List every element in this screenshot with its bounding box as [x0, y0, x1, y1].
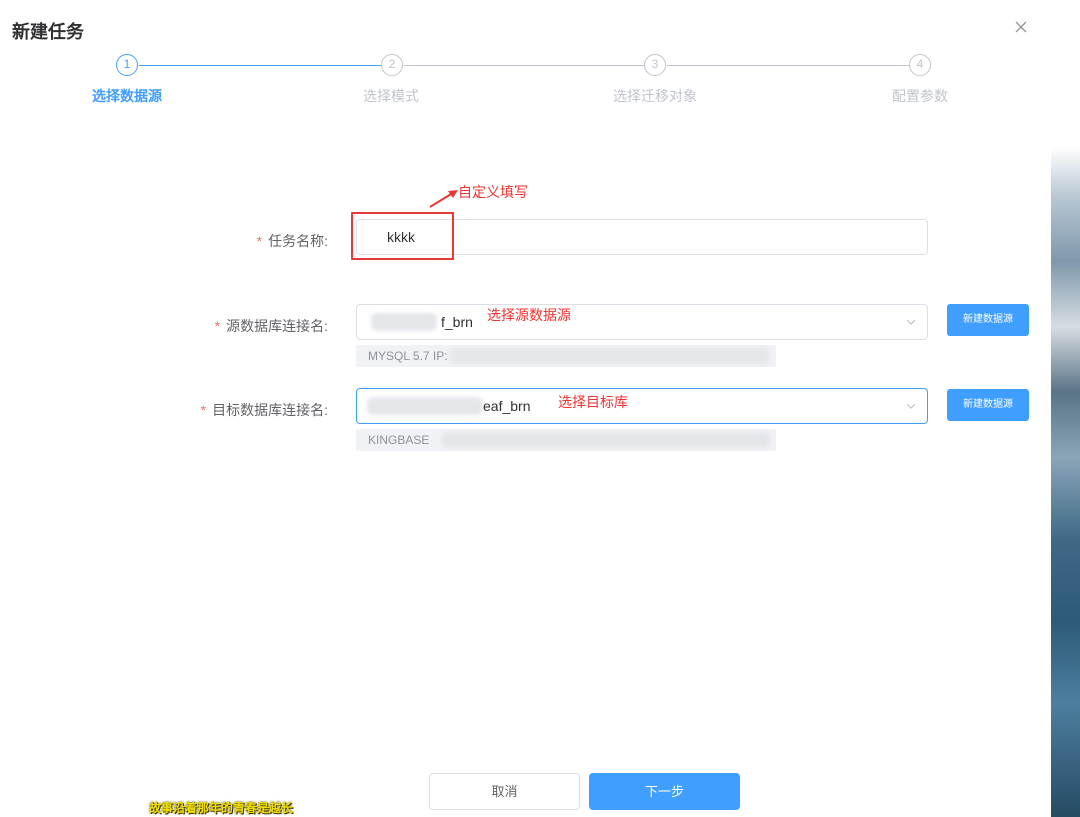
- required-mark: *: [214, 318, 221, 334]
- annotation-custom-fill: 自定义填写: [458, 184, 528, 200]
- target-conn-select[interactable]: eaf_brn: [356, 388, 928, 424]
- new-datasource-button-target[interactable]: 新建数据源: [947, 389, 1029, 421]
- redacted-blur: [367, 397, 483, 415]
- redacted-blur: [371, 313, 437, 331]
- cancel-button[interactable]: 取消: [429, 773, 580, 810]
- source-conn-info: MYSQL 5.7 IP:: [356, 345, 776, 367]
- close-icon[interactable]: [1012, 18, 1030, 36]
- redacted-blur: [442, 432, 770, 448]
- watermark-text: 故事沿着那年的青春是越长: [149, 801, 294, 815]
- source-conn-select[interactable]: f_brn: [356, 304, 928, 340]
- annotation-select-source: 选择源数据源: [487, 307, 571, 323]
- redacted-blur: [450, 348, 770, 364]
- required-mark: *: [256, 233, 263, 249]
- chevron-down-icon: [905, 316, 917, 328]
- step-2-label: 选择模式: [363, 88, 419, 104]
- step-line-2: [404, 65, 644, 66]
- step-1-icon: 1: [116, 54, 138, 76]
- dialog-title: 新建任务: [12, 22, 84, 42]
- step-3-label: 选择迁移对象: [613, 88, 697, 104]
- steps-bar: 1 2 3 4 选择数据源 选择模式 选择迁移对象 配置参数: [0, 50, 1051, 110]
- target-conn-label: * 目标数据库连接名:: [200, 402, 328, 418]
- annotation-select-target: 选择目标库: [558, 394, 628, 410]
- step-1-label: 选择数据源: [92, 88, 162, 104]
- step-4-icon: 4: [909, 54, 931, 76]
- chevron-down-icon: [905, 400, 917, 412]
- required-mark: *: [200, 402, 207, 418]
- new-datasource-button-source[interactable]: 新建数据源: [947, 304, 1029, 336]
- step-4-label: 配置参数: [892, 88, 948, 104]
- task-name-label: * 任务名称:: [256, 233, 328, 249]
- step-line-1: [139, 65, 381, 66]
- target-conn-info: KINGBASE: [356, 429, 776, 451]
- annotation-arrow-icon: [429, 190, 458, 208]
- source-conn-label: * 源数据库连接名:: [214, 318, 328, 334]
- step-line-3: [667, 65, 909, 66]
- new-task-dialog: 新建任务 1 2 3 4 选择数据源 选择模式 选择迁移对象 配置参数 自定义填…: [0, 0, 1051, 817]
- next-step-button[interactable]: 下一步: [589, 773, 740, 810]
- annotation-highlight-box: [351, 212, 454, 260]
- background-photo: [1051, 0, 1080, 817]
- step-3-icon: 3: [644, 54, 666, 76]
- step-2-icon: 2: [381, 54, 403, 76]
